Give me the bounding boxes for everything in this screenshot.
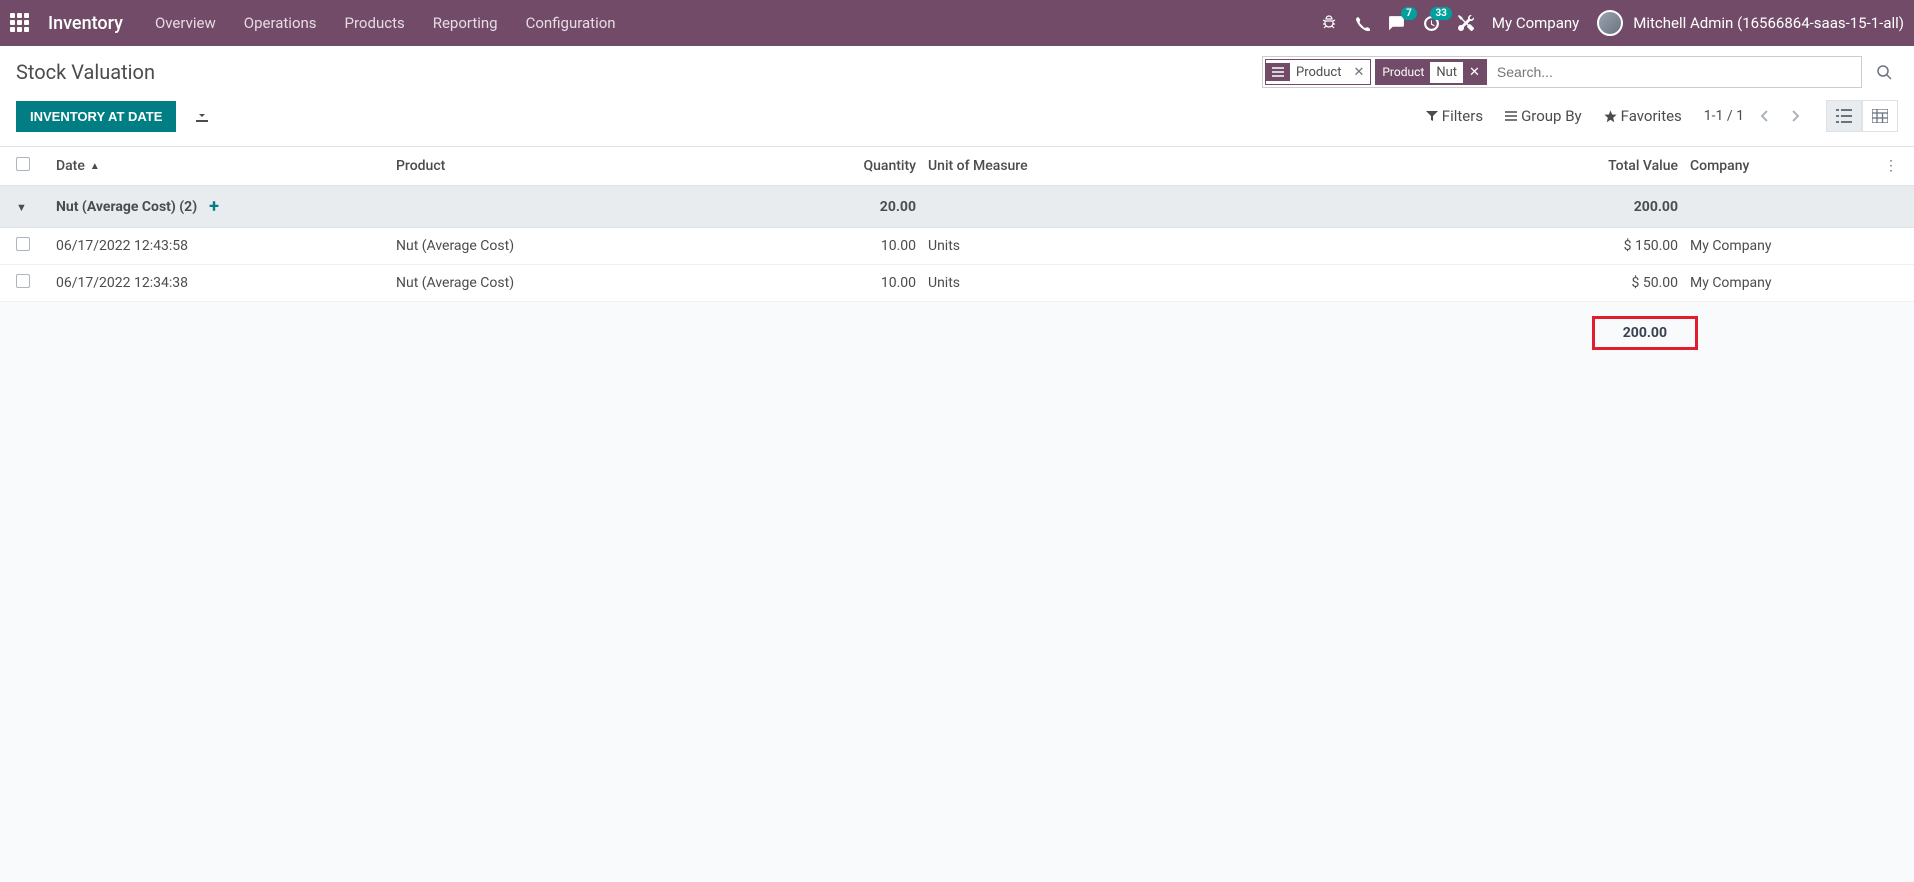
cell-total: $ 50.00 [1146, 275, 1678, 291]
facet-filter-value: Nut [1430, 62, 1463, 83]
group-qty: 20.00 [796, 199, 916, 215]
nav-reporting[interactable]: Reporting [433, 14, 498, 32]
facet-filter-remove[interactable]: ✕ [1463, 65, 1486, 80]
optional-columns-icon[interactable]: ⋮ [1868, 158, 1898, 174]
cell-company: My Company [1678, 238, 1868, 254]
avatar [1597, 10, 1623, 36]
list-view-button[interactable] [1826, 100, 1862, 132]
user-menu[interactable]: Mitchell Admin (16566864-saas-15-1-all) [1597, 10, 1904, 36]
cell-date: 06/17/2022 12:34:38 [56, 275, 396, 291]
page-title: Stock Valuation [16, 60, 155, 84]
activities-icon[interactable]: 33 [1423, 15, 1440, 32]
search-input[interactable] [1489, 64, 1861, 80]
col-header-uom[interactable]: Unit of Measure [916, 158, 1146, 174]
select-all-checkbox[interactable] [16, 157, 30, 171]
cell-date: 06/17/2022 12:43:58 [56, 238, 396, 254]
pager-text[interactable]: 1-1 / 1 [1704, 108, 1744, 124]
table-header: Date ▲ Product Quantity Unit of Measure … [0, 147, 1914, 186]
nav-products[interactable]: Products [345, 14, 405, 32]
col-header-quantity[interactable]: Quantity [796, 158, 916, 174]
inventory-at-date-button[interactable]: INVENTORY AT DATE [16, 101, 176, 132]
view-switcher [1826, 100, 1898, 132]
col-header-total[interactable]: Total Value [1146, 158, 1678, 174]
footer-row: 200.00 [0, 302, 1914, 364]
pivot-icon [1872, 109, 1888, 123]
pager-prev-icon[interactable] [1756, 105, 1774, 127]
collapse-icon[interactable]: ▼ [16, 201, 27, 214]
cell-company: My Company [1678, 275, 1868, 291]
footer-total-highlight: 200.00 [1592, 316, 1698, 350]
list-icon [1836, 109, 1852, 123]
facet-filter-key: Product [1376, 65, 1430, 79]
nav-overview[interactable]: Overview [155, 14, 216, 32]
row-checkbox[interactable] [16, 237, 30, 251]
table-row[interactable]: 06/17/2022 12:34:38 Nut (Average Cost) 1… [0, 265, 1914, 302]
main-navbar: Inventory Overview Operations Products R… [0, 0, 1914, 46]
messages-badge: 7 [1401, 7, 1417, 20]
filters-button[interactable]: Filters [1426, 107, 1483, 125]
group-facet-icon [1266, 63, 1290, 81]
tools-icon[interactable] [1458, 15, 1474, 31]
group-by-button[interactable]: Group By [1505, 107, 1582, 125]
search-icon[interactable] [1870, 58, 1898, 86]
col-header-date[interactable]: Date ▲ [56, 158, 396, 174]
filter-icon [1426, 110, 1438, 122]
search-facet-filter[interactable]: Product Nut ✕ [1375, 59, 1487, 85]
group-total: 200.00 [1146, 199, 1678, 215]
cell-uom: Units [916, 275, 1146, 291]
messages-icon[interactable]: 7 [1388, 15, 1405, 32]
valuation-table: Date ▲ Product Quantity Unit of Measure … [0, 147, 1914, 364]
nav-operations[interactable]: Operations [244, 14, 317, 32]
favorites-button[interactable]: Favorites [1604, 107, 1682, 125]
cell-qty: 10.00 [796, 238, 916, 254]
user-name: Mitchell Admin (16566864-saas-15-1-all) [1633, 14, 1904, 32]
facet-group-remove[interactable]: ✕ [1347, 65, 1370, 80]
col-header-product[interactable]: Product [396, 158, 796, 174]
group-by-icon [1505, 111, 1517, 121]
activities-badge: 33 [1430, 7, 1451, 20]
cell-product: Nut (Average Cost) [396, 238, 796, 254]
pager: 1-1 / 1 [1704, 105, 1804, 127]
control-panel: Stock Valuation Product ✕ Product Nut ✕ [0, 46, 1914, 147]
cell-product: Nut (Average Cost) [396, 275, 796, 291]
table-row[interactable]: 06/17/2022 12:43:58 Nut (Average Cost) 1… [0, 228, 1914, 265]
phone-icon[interactable] [1355, 16, 1370, 31]
download-icon[interactable] [194, 108, 210, 124]
group-label: Nut (Average Cost) (2) [56, 199, 197, 215]
cell-total: $ 150.00 [1146, 238, 1678, 254]
col-header-company[interactable]: Company [1678, 158, 1868, 174]
apps-menu-icon[interactable] [10, 13, 30, 33]
app-title[interactable]: Inventory [48, 13, 123, 34]
nav-configuration[interactable]: Configuration [526, 14, 616, 32]
facet-group-label: Product [1290, 65, 1347, 80]
star-icon [1604, 110, 1617, 123]
pivot-view-button[interactable] [1862, 100, 1898, 132]
add-record-icon[interactable]: + [209, 196, 219, 217]
cell-uom: Units [916, 238, 1146, 254]
bug-icon[interactable] [1321, 15, 1337, 31]
cell-qty: 10.00 [796, 275, 916, 291]
search-facet-group[interactable]: Product ✕ [1265, 59, 1371, 85]
company-switcher[interactable]: My Company [1492, 14, 1579, 32]
sort-asc-icon: ▲ [90, 161, 100, 172]
company-name: My Company [1492, 14, 1579, 32]
group-row[interactable]: ▼ Nut (Average Cost) (2) + 20.00 200.00 [0, 186, 1914, 228]
nav-menu: Overview Operations Products Reporting C… [155, 14, 616, 32]
search-bar[interactable]: Product ✕ Product Nut ✕ [1262, 56, 1862, 88]
pager-next-icon[interactable] [1786, 105, 1804, 127]
row-checkbox[interactable] [16, 274, 30, 288]
